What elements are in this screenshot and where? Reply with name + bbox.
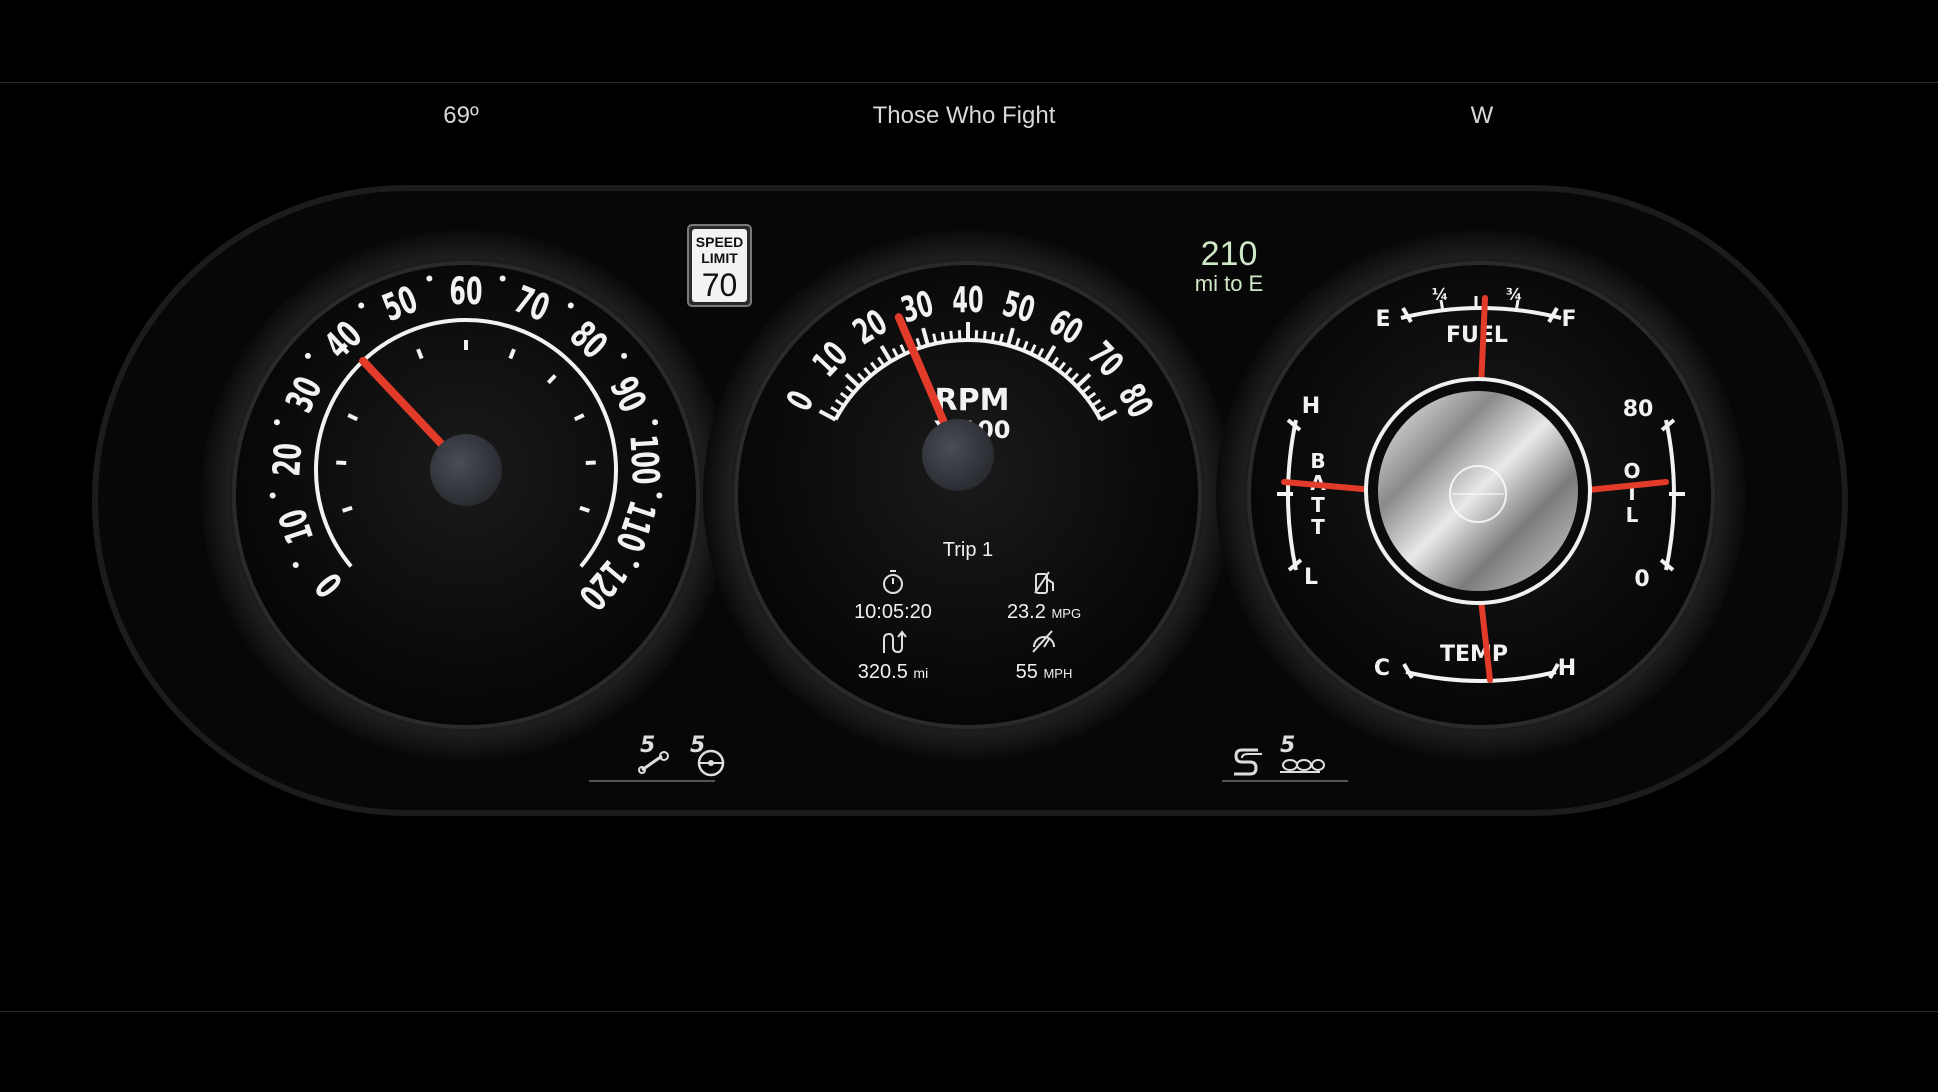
speedometer-tick-label: 20 <box>266 442 311 478</box>
fuel-needle <box>1478 295 1488 391</box>
speedometer-tick-label: 100 <box>621 434 667 486</box>
battery-label-t1: T <box>1311 493 1325 517</box>
speedometer-tick-label: 60 <box>449 271 482 314</box>
battery-low-label: L <box>1304 565 1318 590</box>
temp-cold-label: C <box>1374 656 1390 681</box>
svg-text:LIMIT: LIMIT <box>701 250 738 266</box>
temp-hot-label: H <box>1558 656 1576 681</box>
svg-text:5: 5 <box>1280 733 1295 758</box>
temp-label: TEMP <box>1440 642 1508 667</box>
oil-label-o: O <box>1623 459 1640 483</box>
fuel-full-label: F <box>1561 307 1576 332</box>
tachometer-hub <box>922 419 994 491</box>
range-value: 210 <box>1201 235 1258 273</box>
trip-title: Trip 1 <box>943 539 993 561</box>
aux-center-chrome <box>1378 391 1578 591</box>
tachometer-tick-label: 40 <box>952 280 983 321</box>
speedometer-hub <box>430 434 502 506</box>
range-label: mi to E <box>1195 271 1263 296</box>
speed-limit-value: 70 <box>702 267 738 303</box>
instrument-cluster: 01020304050 60 708090100110120 01020 30 40 50… <box>92 185 1848 816</box>
fuel-label: FUEL <box>1446 323 1508 348</box>
fuel-empty-label: E <box>1375 307 1390 332</box>
oil-low-label: 0 <box>1634 567 1649 592</box>
trip-distance: 320.5 mi <box>858 661 928 683</box>
battery-label-t2: T <box>1311 515 1325 539</box>
fuel-three-quarter-label: ¾ <box>1506 285 1523 304</box>
oil-label-l: L <box>1626 503 1639 527</box>
oil-high-label: 80 <box>1623 397 1654 422</box>
battery-label-b: B <box>1310 449 1325 473</box>
battery-high-label: H <box>1302 394 1320 419</box>
tachometer-title: RPM <box>935 383 1010 418</box>
svg-text:SPEED: SPEED <box>696 234 743 250</box>
fuel-quarter-label: ¼ <box>1432 285 1449 304</box>
svg-text:5: 5 <box>640 733 655 758</box>
speed-limit-sign: SPEED LIMIT 70 <box>687 224 752 307</box>
trip-elapsed-time: 10:05:20 <box>854 601 932 623</box>
